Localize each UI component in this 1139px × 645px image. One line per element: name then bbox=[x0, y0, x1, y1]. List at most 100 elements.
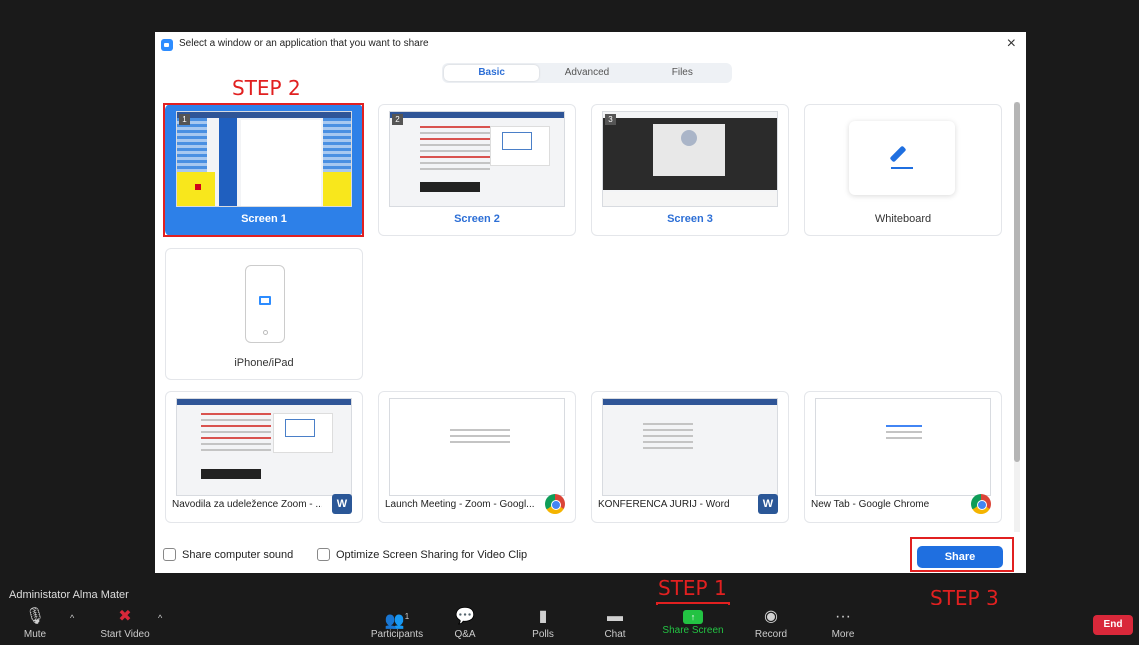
screen-2-label: Screen 2 bbox=[454, 213, 500, 225]
more-icon: ··· bbox=[835, 608, 851, 625]
app-thumbnail bbox=[389, 398, 565, 496]
record-icon: ◉ bbox=[764, 608, 778, 625]
participants-label: Participants bbox=[370, 629, 424, 640]
thumb-dark-block bbox=[420, 182, 480, 192]
qa-icon: 💬 bbox=[455, 608, 475, 625]
zoom-logo-icon bbox=[161, 39, 173, 51]
tab-files[interactable]: Files bbox=[635, 65, 730, 81]
chat-icon: ▬ bbox=[607, 608, 623, 625]
screen-index: 3 bbox=[605, 114, 616, 125]
app-label: KONFERENCA JURIJ - Word bbox=[598, 499, 730, 510]
home-button-icon bbox=[263, 330, 268, 335]
dialog-titlebar: Select a window or an application that y… bbox=[155, 32, 1026, 58]
chat-button[interactable]: ▬ Chat bbox=[588, 605, 642, 645]
start-video-label: Start Video bbox=[100, 629, 150, 640]
qa-button[interactable]: 💬 Q&A bbox=[438, 605, 492, 645]
app-tile-new-tab[interactable]: New Tab - Google Chrome bbox=[804, 391, 1002, 523]
pen-icon bbox=[889, 145, 907, 163]
start-video-button[interactable]: ✖ Start Video bbox=[90, 605, 160, 645]
microphone-icon: 🎙 bbox=[24, 608, 46, 625]
thumb-dark-block bbox=[201, 469, 261, 479]
share-screen-icon: ↑ bbox=[683, 610, 703, 624]
participants-button[interactable]: 👥1 Participants bbox=[362, 605, 432, 645]
chrome-icon bbox=[971, 494, 991, 514]
tab-basic[interactable]: Basic bbox=[444, 65, 540, 81]
mute-button[interactable]: 🎙 Mute bbox=[12, 605, 58, 645]
screen-3-tile[interactable]: 3 Screen 3 bbox=[591, 104, 789, 236]
close-icon[interactable]: × bbox=[1007, 35, 1016, 53]
screen-3-thumbnail: 3 bbox=[602, 111, 778, 207]
thumb-text-lines bbox=[450, 429, 510, 447]
iphone-label: iPhone/iPad bbox=[234, 357, 294, 369]
record-button[interactable]: ◉ Record bbox=[736, 605, 806, 645]
optimize-video-option[interactable]: Optimize Screen Sharing for Video Clip bbox=[317, 548, 527, 561]
meeting-toolbar: 🎙 Mute ^ ✖ Start Video ^ 👥1 Participants… bbox=[0, 605, 1139, 645]
whiteboard-card bbox=[849, 121, 955, 195]
thumb-bottom bbox=[603, 192, 777, 206]
optimize-video-label: Optimize Screen Sharing for Video Clip bbox=[336, 548, 528, 561]
thumb-diagram bbox=[285, 419, 315, 437]
word-icon: W bbox=[758, 494, 778, 514]
thumb-toolbar bbox=[177, 399, 351, 405]
app-thumbnail bbox=[602, 398, 778, 496]
screen-index: 2 bbox=[392, 114, 403, 125]
app-label: New Tab - Google Chrome bbox=[811, 499, 930, 510]
whiteboard-tile[interactable]: Whiteboard bbox=[804, 104, 1002, 236]
share-screen-button[interactable]: ↑ Share Screen bbox=[658, 605, 728, 645]
step-3-highlight bbox=[910, 537, 1014, 572]
thumb-text-lines bbox=[643, 423, 693, 453]
video-off-icon: ✖ bbox=[118, 608, 132, 625]
chevron-up-icon[interactable]: ^ bbox=[158, 613, 162, 623]
thumb-google-logo bbox=[886, 425, 922, 443]
thumb-text-lines bbox=[201, 413, 271, 455]
thumb-toolbar bbox=[603, 399, 777, 405]
app-tile-konferenca[interactable]: KONFERENCA JURIJ - Word W bbox=[591, 391, 789, 523]
participants-icon: 👥1 bbox=[384, 612, 410, 630]
screen-3-label: Screen 3 bbox=[667, 213, 713, 225]
whiteboard-label: Whiteboard bbox=[874, 213, 932, 225]
polls-label: Polls bbox=[532, 629, 554, 640]
chat-label: Chat bbox=[604, 629, 626, 640]
airplay-icon bbox=[259, 296, 271, 305]
polls-icon: ▮ bbox=[538, 608, 548, 625]
chevron-up-icon[interactable]: ^ bbox=[70, 613, 74, 623]
app-tile-navodila[interactable]: Navodila za udeležence Zoom - ... W bbox=[165, 391, 363, 523]
chrome-icon bbox=[545, 494, 565, 514]
qa-label: Q&A bbox=[454, 629, 476, 640]
app-thumbnail bbox=[815, 398, 991, 496]
participants-count: 1 bbox=[404, 612, 410, 621]
iphone-ipad-tile[interactable]: iPhone/iPad bbox=[165, 248, 363, 380]
pen-line bbox=[891, 167, 913, 169]
screen-2-tile[interactable]: 2 Screen 2 bbox=[378, 104, 576, 236]
step-2-highlight bbox=[163, 103, 364, 237]
app-tile-launch-meeting[interactable]: Launch Meeting - Zoom - Googl... bbox=[378, 391, 576, 523]
app-label: Launch Meeting - Zoom - Googl... bbox=[385, 499, 535, 510]
more-label: More bbox=[831, 629, 855, 640]
scrollbar-thumb[interactable] bbox=[1014, 102, 1020, 462]
optimize-video-checkbox[interactable] bbox=[317, 548, 330, 561]
share-tabs: Basic Advanced Files bbox=[442, 63, 732, 83]
thumb-logo bbox=[681, 130, 697, 146]
mute-label: Mute bbox=[23, 629, 47, 640]
share-sound-checkbox[interactable] bbox=[163, 548, 176, 561]
share-screen-label: Share Screen bbox=[662, 625, 724, 636]
end-meeting-button[interactable]: End bbox=[1093, 615, 1133, 635]
thumb-toolbar bbox=[390, 112, 564, 118]
app-thumbnail bbox=[176, 398, 352, 496]
dialog-title: Select a window or an application that y… bbox=[179, 38, 429, 49]
polls-button[interactable]: ▮ Polls bbox=[516, 605, 570, 645]
more-button[interactable]: ··· More bbox=[808, 605, 878, 645]
step-1-annotation: STEP 1 bbox=[658, 576, 727, 600]
participant-name: Administator Alma Mater bbox=[6, 588, 132, 602]
tab-advanced[interactable]: Advanced bbox=[539, 65, 634, 81]
step-2-annotation: STEP 2 bbox=[232, 76, 301, 100]
word-icon: W bbox=[332, 494, 352, 514]
share-sound-label: Share computer sound bbox=[182, 548, 294, 561]
phone-icon bbox=[245, 265, 285, 343]
thumb-diagram bbox=[502, 132, 532, 150]
screen-2-thumbnail: 2 bbox=[389, 111, 565, 207]
thumb-text-lines bbox=[420, 126, 490, 174]
share-sound-option[interactable]: Share computer sound bbox=[163, 548, 293, 561]
app-label: Navodila za udeležence Zoom - ... bbox=[172, 499, 322, 510]
record-label: Record bbox=[754, 629, 788, 640]
